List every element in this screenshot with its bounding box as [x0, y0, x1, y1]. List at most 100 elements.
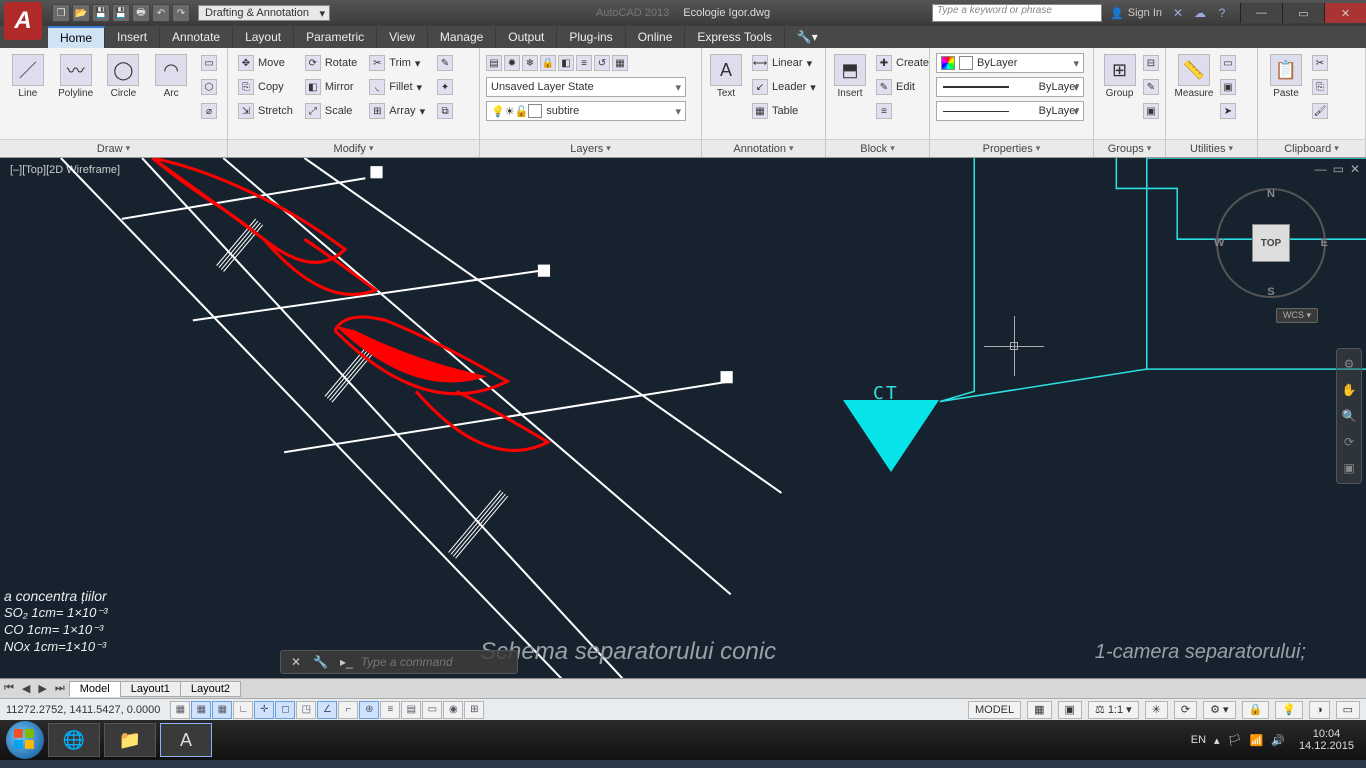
sb-ducs[interactable]: ⌐ [338, 701, 358, 719]
group-bbox-button[interactable]: ▣ [1143, 100, 1159, 122]
rotate-button[interactable]: ⟳Rotate [301, 52, 361, 74]
tab-view[interactable]: View [377, 26, 428, 48]
sb-annovis-icon[interactable]: ✳ [1145, 701, 1168, 719]
qat-new-icon[interactable]: ❐ [52, 4, 70, 22]
sb-toolbar-lock-icon[interactable]: 🔒 [1242, 701, 1270, 719]
sb-3dosnap[interactable]: ◳ [296, 701, 316, 719]
viewcube-s[interactable]: S [1267, 286, 1274, 298]
exchange-icon[interactable]: ✕ [1170, 5, 1186, 21]
layout-tab-layout2[interactable]: Layout2 [180, 681, 241, 697]
model-space[interactable]: [–][Top][2D Wireframe] — ▭ ✕ [0, 158, 1366, 678]
command-input[interactable] [361, 655, 511, 669]
explode-button[interactable]: ✦ [433, 76, 457, 98]
panel-utilities-title[interactable]: Utilities [1166, 139, 1257, 157]
tray-flag-icon[interactable]: 🏳 [1228, 734, 1242, 747]
util-3[interactable]: ➤ [1220, 100, 1236, 122]
cmd-recent-icon[interactable]: ▸_ [336, 655, 357, 669]
nav-pan-icon[interactable]: ✋ [1340, 381, 1358, 399]
nav-showmotion-icon[interactable]: ▣ [1340, 459, 1358, 477]
matchprop-button[interactable]: 🖌 [1312, 100, 1328, 122]
sb-hardware-icon[interactable]: 💡 [1275, 701, 1303, 719]
sb-annoauto-icon[interactable]: ⟳ [1174, 701, 1197, 719]
tab-layout[interactable]: Layout [233, 26, 294, 48]
viewcube-w[interactable]: W [1214, 237, 1224, 249]
table-button[interactable]: ▦Table [748, 100, 820, 122]
tab-online[interactable]: Online [626, 26, 686, 48]
array-button[interactable]: ⊞Array ▾ [365, 100, 429, 122]
cmd-config-icon[interactable]: 🔧 [309, 655, 332, 669]
mirror-button[interactable]: ◧Mirror [301, 76, 361, 98]
viewcube-top-face[interactable]: TOP [1252, 224, 1290, 262]
erase-button[interactable]: ✎ [433, 52, 457, 74]
layer-match-icon[interactable]: ≡ [576, 55, 592, 71]
copy-clip-button[interactable]: ⎘ [1312, 76, 1328, 98]
arc-button[interactable]: ◠Arc [149, 52, 193, 101]
sb-grid-toggle[interactable]: ▦ [1027, 701, 1051, 719]
paste-button[interactable]: 📋Paste [1264, 52, 1308, 101]
layer-walk-icon[interactable]: ▦ [612, 55, 628, 71]
sb-grid[interactable]: ▦ [212, 701, 232, 719]
sb-model-space[interactable]: MODEL [968, 701, 1021, 719]
tray-lang[interactable]: EN [1191, 734, 1206, 746]
sb-clean-screen-icon[interactable]: ▭ [1336, 701, 1360, 719]
linear-dim-button[interactable]: ⟷Linear ▾ [748, 52, 820, 74]
layout-tab-layout1[interactable]: Layout1 [120, 681, 181, 697]
move-button[interactable]: ✥Move [234, 52, 297, 74]
panel-block-title[interactable]: Block [826, 139, 929, 157]
scale-button[interactable]: ⤢Scale [301, 100, 361, 122]
minimize-button[interactable]: — [1240, 3, 1282, 23]
wcs-dropdown[interactable]: WCS ▾ [1276, 308, 1318, 323]
sb-annoscale[interactable]: ⚖ 1:1 ▾ [1088, 701, 1139, 719]
layout-tab-model[interactable]: Model [69, 681, 121, 697]
nav-fullnav-icon[interactable]: ⚙ [1340, 355, 1358, 373]
tab-tools-icon[interactable]: 🔧▾ [785, 26, 830, 48]
layout-next-icon[interactable]: ▶ [34, 682, 50, 695]
panel-clipboard-title[interactable]: Clipboard [1258, 139, 1365, 157]
panel-properties-title[interactable]: Properties [930, 139, 1093, 157]
infocenter-search[interactable]: Type a keyword or phrase [932, 4, 1102, 22]
viewcube-n[interactable]: N [1267, 188, 1275, 200]
layer-prop-icon[interactable]: ▤ [486, 55, 502, 71]
group-button[interactable]: ⊞Group [1100, 52, 1139, 101]
offset-button[interactable]: ⧉ [433, 100, 457, 122]
layout-prev-icon[interactable]: ◀ [18, 682, 34, 695]
ungroup-button[interactable]: ⊟ [1143, 52, 1159, 74]
fillet-button[interactable]: ◟Fillet ▾ [365, 76, 429, 98]
edit-block-button[interactable]: ✎Edit [872, 76, 933, 98]
cut-button[interactable]: ✂ [1312, 52, 1328, 74]
qat-open-icon[interactable]: 📂 [72, 4, 90, 22]
viewcube-e[interactable]: E [1321, 237, 1328, 249]
tray-volume-icon[interactable]: 🔊 [1271, 734, 1285, 747]
nav-zoom-icon[interactable]: 🔍 [1340, 407, 1358, 425]
sb-quickview-icon[interactable]: ▣ [1058, 701, 1082, 719]
color-dropdown[interactable]: ByLayer [936, 53, 1084, 73]
sb-qp[interactable]: ▭ [422, 701, 442, 719]
qat-saveas-icon[interactable]: 💾 [112, 4, 130, 22]
panel-groups-title[interactable]: Groups [1094, 139, 1165, 157]
draw-extra-2[interactable]: ⬡ [197, 76, 221, 98]
draw-extra-1[interactable]: ▭ [197, 52, 221, 74]
line-button[interactable]: ／Line [6, 52, 50, 101]
start-button[interactable] [6, 721, 44, 759]
cmd-close-icon[interactable]: ✕ [287, 655, 305, 669]
layer-lock-icon[interactable]: 🔒 [540, 55, 556, 71]
linetype-dropdown[interactable]: ByLayer [936, 101, 1084, 121]
maximize-button[interactable]: ▭ [1282, 3, 1324, 23]
leader-button[interactable]: ↙Leader ▾ [748, 76, 820, 98]
workspace-dropdown[interactable]: Drafting & Annotation [198, 5, 330, 21]
sb-snap[interactable]: ▦ [191, 701, 211, 719]
layer-off-icon[interactable]: ✹ [504, 55, 520, 71]
layer-prev-icon[interactable]: ↺ [594, 55, 610, 71]
layout-first-icon[interactable]: ⏮ [0, 682, 18, 695]
panel-draw-title[interactable]: Draw [0, 139, 227, 157]
app-icon[interactable]: A [4, 2, 42, 40]
tab-expresstools[interactable]: Express Tools [685, 26, 784, 48]
stayconnected-icon[interactable]: ☁ [1192, 5, 1208, 21]
tab-plugins[interactable]: Plug-ins [557, 26, 625, 48]
task-chrome[interactable]: 🌐 [48, 723, 100, 757]
sb-osnap[interactable]: ◻ [275, 701, 295, 719]
sign-in-button[interactable]: 👤 Sign In [1110, 7, 1162, 20]
qat-save-icon[interactable]: 💾 [92, 4, 110, 22]
trim-button[interactable]: ✂Trim ▾ [365, 52, 429, 74]
tab-parametric[interactable]: Parametric [294, 26, 377, 48]
